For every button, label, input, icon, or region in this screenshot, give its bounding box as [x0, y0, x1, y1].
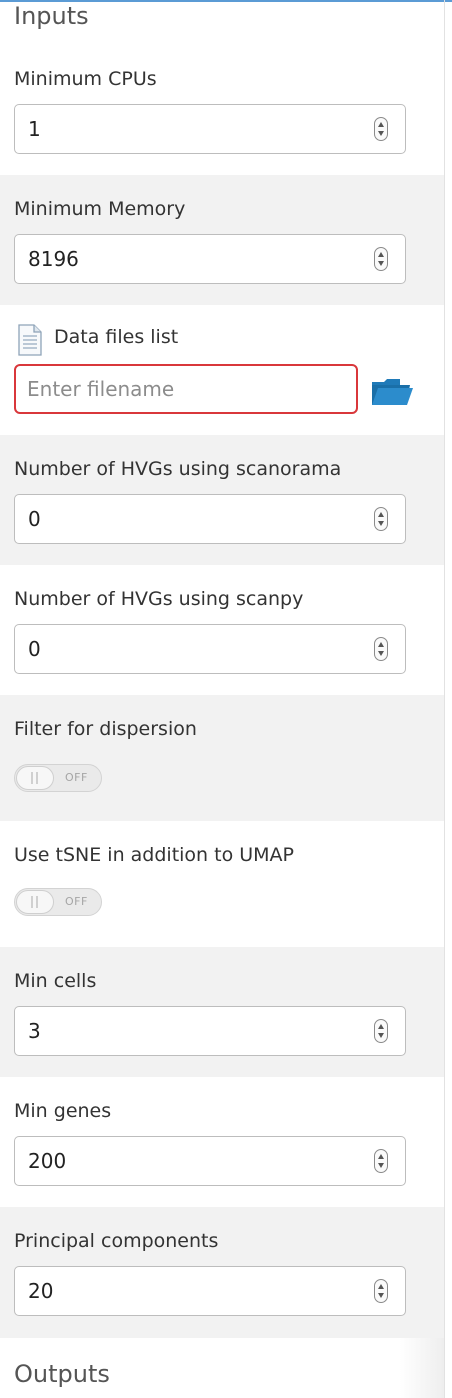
use-tsne-toggle[interactable]: OFF — [14, 888, 102, 916]
filter-dispersion-row: Filter for dispersion OFF — [0, 695, 444, 821]
principal-components-row: Principal components 20 — [0, 1207, 444, 1338]
min-memory-value: 8196 — [28, 247, 79, 271]
min-cells-row: Min cells 3 — [0, 947, 444, 1077]
toggle-state: OFF — [65, 895, 88, 908]
stepper-arrows-icon[interactable] — [374, 507, 388, 531]
toggle-state: OFF — [65, 771, 88, 784]
min-cpus-value: 1 — [28, 117, 41, 141]
min-cells-label: Min cells — [14, 970, 97, 992]
inputs-panel: Inputs Minimum CPUs 1 Minimum Memory 819… — [0, 0, 445, 1398]
min-memory-row: Minimum Memory 8196 — [0, 175, 444, 305]
filter-dispersion-label: Filter for dispersion — [14, 718, 197, 740]
hvgs-scanpy-value: 0 — [28, 637, 41, 661]
stepper-arrows-icon[interactable] — [374, 1149, 388, 1173]
scroll-gutter — [445, 2, 452, 1398]
hvgs-scanorama-label: Number of HVGs using scanorama — [14, 458, 342, 480]
hvgs-scanpy-label: Number of HVGs using scanpy — [14, 588, 304, 610]
stepper-arrows-icon[interactable] — [374, 117, 388, 141]
min-genes-label: Min genes — [14, 1100, 112, 1122]
min-genes-row: Min genes 200 — [0, 1077, 444, 1207]
filename-input[interactable] — [14, 364, 358, 414]
hvgs-scanpy-row: Number of HVGs using scanpy 0 — [0, 565, 444, 695]
principal-components-label: Principal components — [14, 1230, 219, 1252]
data-files-row: Data files list — [0, 305, 444, 435]
principal-components-input[interactable]: 20 — [14, 1266, 406, 1316]
use-tsne-label: Use tSNE in addition to UMAP — [14, 844, 295, 866]
min-cells-input[interactable]: 3 — [14, 1006, 406, 1056]
outputs-heading: Outputs — [14, 1360, 110, 1388]
min-cpus-row: Minimum CPUs 1 — [0, 45, 444, 175]
hvgs-scanorama-input[interactable]: 0 — [14, 494, 406, 544]
min-genes-value: 200 — [28, 1149, 67, 1173]
min-cells-value: 3 — [28, 1019, 41, 1043]
principal-components-value: 20 — [28, 1279, 54, 1303]
stepper-arrows-icon[interactable] — [374, 637, 388, 661]
min-cpus-input[interactable]: 1 — [14, 104, 406, 154]
outputs-section: Outputs — [0, 1338, 444, 1398]
min-genes-input[interactable]: 200 — [14, 1136, 406, 1186]
hvgs-scanorama-row: Number of HVGs using scanorama 0 — [0, 435, 444, 565]
inputs-heading: Inputs — [14, 2, 89, 30]
stepper-arrows-icon[interactable] — [374, 1019, 388, 1043]
filter-dispersion-toggle[interactable]: OFF — [14, 764, 102, 792]
hvgs-scanorama-value: 0 — [28, 507, 41, 531]
min-memory-label: Minimum Memory — [14, 198, 186, 220]
hvgs-scanpy-input[interactable]: 0 — [14, 624, 406, 674]
use-tsne-row: Use tSNE in addition to UMAP OFF — [0, 821, 444, 947]
document-icon — [18, 324, 42, 356]
data-files-label: Data files list — [54, 326, 179, 348]
folder-open-icon[interactable] — [370, 376, 414, 408]
min-cpus-label: Minimum CPUs — [14, 68, 157, 90]
min-memory-input[interactable]: 8196 — [14, 234, 406, 284]
toggle-knob — [16, 890, 54, 914]
stepper-arrows-icon[interactable] — [374, 247, 388, 271]
toggle-knob — [16, 766, 54, 790]
stepper-arrows-icon[interactable] — [374, 1279, 388, 1303]
